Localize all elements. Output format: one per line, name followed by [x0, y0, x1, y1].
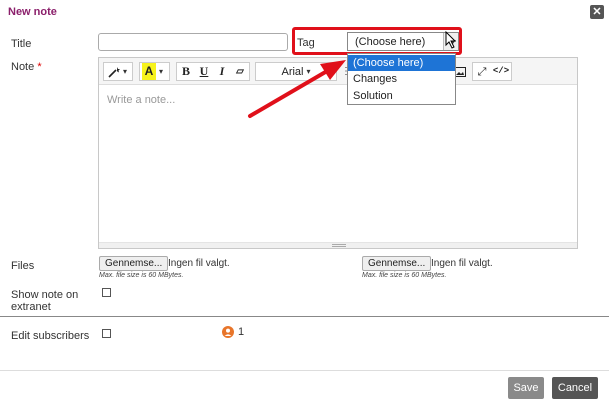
- footer-divider: [0, 370, 609, 371]
- annotation-arrow: [248, 60, 346, 118]
- magic-wand-button[interactable]: ▾: [103, 62, 133, 81]
- save-button[interactable]: Save: [508, 377, 544, 399]
- no-file-text-2: Ingen fil valgt.: [431, 258, 493, 269]
- bold-icon[interactable]: B: [177, 63, 195, 80]
- font-color-button[interactable]: A ▾: [139, 62, 170, 81]
- subscribers-count: 1: [238, 326, 245, 338]
- tag-select-value: (Choose here): [355, 36, 426, 48]
- font-color-icon: A: [142, 63, 156, 80]
- dialog-title: New note: [8, 6, 57, 18]
- editor-resize-handle[interactable]: [99, 242, 577, 248]
- edit-subscribers-label: Edit subscribers: [11, 330, 90, 342]
- cancel-button[interactable]: Cancel: [552, 377, 598, 399]
- title-input[interactable]: [98, 33, 288, 51]
- show-note-label-2: extranet: [11, 301, 51, 313]
- section-divider: [0, 316, 609, 317]
- required-marker: *: [37, 61, 42, 73]
- underline-icon[interactable]: U: [195, 63, 213, 80]
- tag-option-solution[interactable]: Solution: [348, 88, 455, 104]
- code-view-icon[interactable]: </>: [491, 63, 511, 80]
- tag-select[interactable]: (Choose here): [347, 32, 459, 51]
- wand-chevron-icon: ▾: [123, 67, 128, 76]
- close-icon[interactable]: ✕: [590, 5, 604, 19]
- tag-label: Tag: [297, 37, 315, 49]
- no-file-text-1: Ingen fil valgt.: [168, 258, 230, 269]
- editor-placeholder: Write a note...: [107, 94, 176, 106]
- italic-icon[interactable]: I: [213, 63, 231, 80]
- note-label-text: Note: [11, 61, 35, 73]
- tag-option-changes[interactable]: Changes: [348, 71, 455, 87]
- note-label: Note *: [11, 61, 42, 73]
- color-chevron-icon: ▾: [159, 67, 164, 76]
- edit-subscribers-checkbox[interactable]: [102, 329, 111, 338]
- show-note-label-1: Show note on: [11, 289, 79, 301]
- browse-button-2[interactable]: Gennemse...: [362, 256, 432, 271]
- title-label: Title: [11, 38, 32, 50]
- tag-option-choose[interactable]: (Choose here): [348, 55, 455, 71]
- mouse-cursor-icon: [445, 31, 457, 49]
- view-group: ⤢ </>: [472, 62, 512, 81]
- user-icon: [222, 326, 234, 338]
- show-note-checkbox[interactable]: [102, 288, 111, 297]
- magic-wand-icon: [108, 66, 120, 78]
- resize-grip-icon: [332, 244, 346, 247]
- files-label: Files: [11, 260, 35, 272]
- fullscreen-icon[interactable]: ⤢: [473, 63, 491, 80]
- tag-dropdown-list: (Choose here) Changes Solution: [347, 53, 456, 105]
- format-group: B U I ▱: [176, 62, 250, 81]
- max-size-text-1: Max. file size is 60 MBytes.: [99, 272, 184, 279]
- browse-button-1[interactable]: Gennemse...: [99, 256, 169, 271]
- max-size-text-2: Max. file size is 60 MBytes.: [362, 272, 447, 279]
